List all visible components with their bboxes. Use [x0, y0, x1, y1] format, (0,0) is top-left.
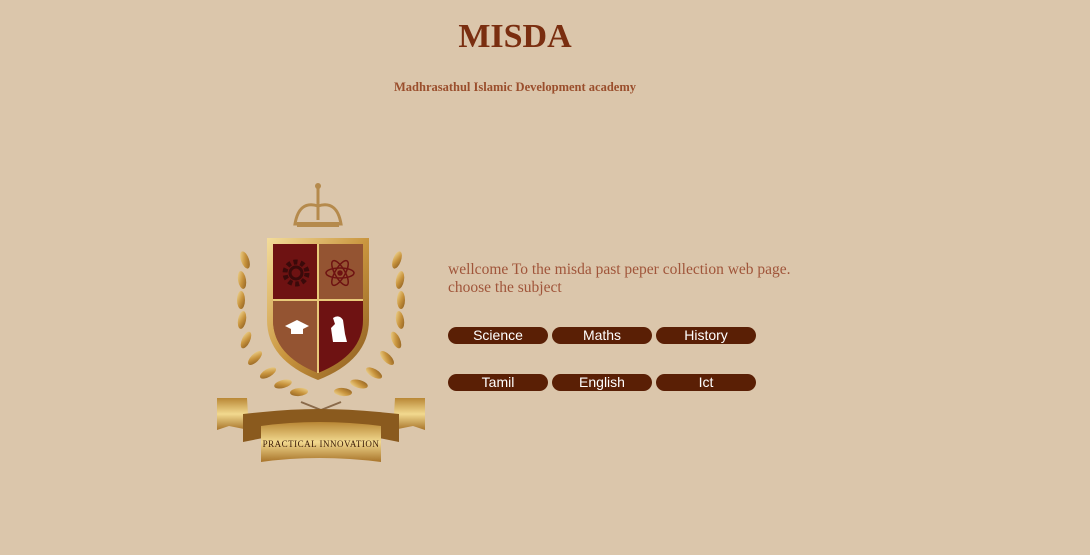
tamil-button[interactable]: Tamil	[448, 374, 548, 391]
science-button[interactable]: Science	[448, 327, 548, 344]
academy-logo: PRACTICAL INNOVATION	[217, 183, 425, 462]
maths-button[interactable]: Maths	[552, 327, 652, 344]
ict-button[interactable]: Ict	[656, 374, 756, 391]
english-button[interactable]: English	[552, 374, 652, 391]
page-subtitle: Madhrasathul Islamic Development academy	[394, 80, 636, 94]
crown-icon	[293, 183, 343, 227]
subject-buttons-row-1: Science Maths History	[448, 327, 756, 344]
svg-text:PRACTICAL INNOVATION: PRACTICAL INNOVATION	[263, 439, 380, 449]
history-button[interactable]: History	[656, 327, 756, 344]
welcome-message: wellcome To the misda past peper collect…	[448, 261, 791, 297]
page-title: MISDA	[458, 18, 572, 55]
shield-emblem	[267, 238, 369, 380]
motto-ribbon: PRACTICAL INNOVATION	[217, 398, 425, 462]
choose-subject-label: choose the subject	[448, 279, 562, 296]
subject-buttons-row-2: Tamil English Ict	[448, 374, 756, 391]
welcome-line: wellcome To the misda past peper collect…	[448, 261, 791, 278]
page: MISDA Madhrasathul Islamic Development a…	[0, 0, 1090, 555]
